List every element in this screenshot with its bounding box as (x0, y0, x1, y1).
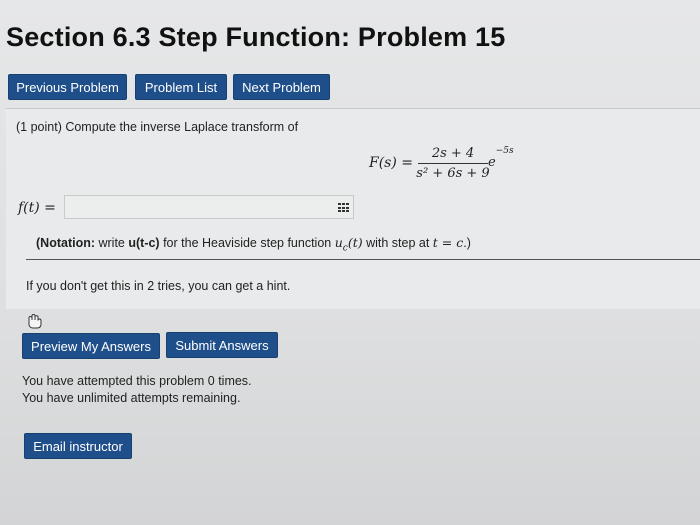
exponential-base: e (488, 155, 496, 171)
fraction-numerator: 2s + 4 (431, 146, 475, 161)
fraction-denominator: s² + 6s + 9 (416, 166, 490, 181)
notation-code: u(t-c) (128, 236, 160, 250)
notation-math-3: t = c (432, 235, 464, 250)
divider (26, 259, 700, 260)
hand-pointer-icon[interactable] (26, 313, 44, 329)
attempts-status: You have attempted this problem 0 times.… (22, 373, 252, 407)
previous-problem-button[interactable]: Previous Problem (8, 74, 127, 100)
submit-answers-button[interactable]: Submit Answers (166, 332, 278, 358)
hint-text: If you don't get this in 2 tries, you ca… (26, 279, 291, 293)
page-title: Section 6.3 Step Function: Problem 15 (6, 22, 506, 52)
problem-intro: (1 point) Compute the inverse Laplace tr… (16, 120, 299, 134)
email-instructor-button[interactable]: Email instructor (24, 433, 132, 459)
page: Section 6.3 Step Function: Problem 15 Pr… (0, 0, 700, 525)
next-problem-button[interactable]: Next Problem (233, 74, 330, 100)
attempted-text: You have attempted this problem 0 times. (22, 374, 252, 388)
notation-text: (Notation: write u(t-c) for the Heavisid… (36, 235, 471, 254)
notation-part-2: for the Heaviside step function (159, 236, 335, 250)
notation-math-2: (t) (347, 235, 363, 250)
remaining-text: You have unlimited attempts remaining. (22, 391, 241, 405)
equation-lhs: F(s) = (369, 155, 414, 171)
notation-end: .) (463, 236, 471, 250)
answer-input[interactable] (64, 195, 354, 219)
answer-label: f(t) = (18, 200, 56, 216)
notation-math: u (334, 235, 343, 250)
notation-part: write (95, 236, 129, 250)
equation-fraction: 2s + 4 s² + 6s + 9 (416, 146, 490, 181)
grid-icon[interactable] (338, 203, 350, 213)
problem-list-button[interactable]: Problem List (135, 74, 227, 100)
notation-bold: (Notation: (36, 236, 96, 250)
equation-exponential: e−5s (488, 146, 514, 170)
preview-answers-button[interactable]: Preview My Answers (22, 333, 160, 359)
exponential-power: −5s (495, 146, 514, 156)
notation-part-3: with step at (362, 236, 433, 250)
